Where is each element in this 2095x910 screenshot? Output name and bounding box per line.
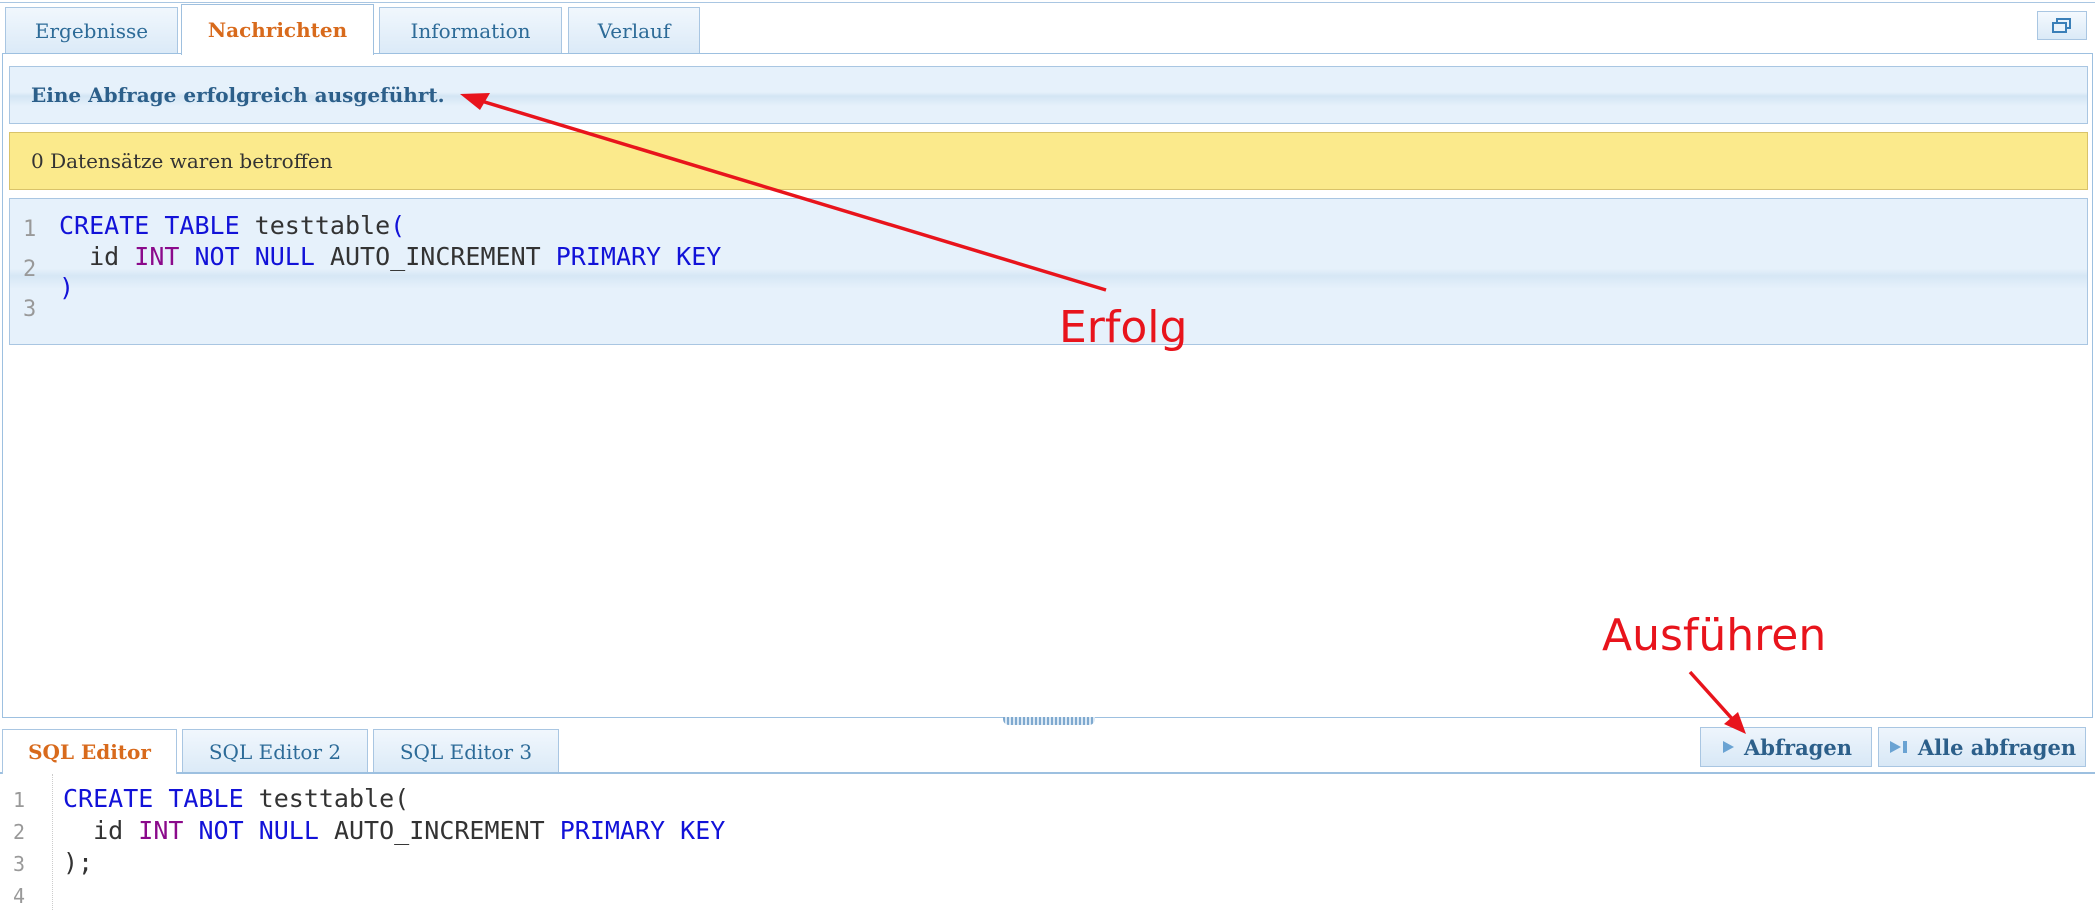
restore-window-icon (2052, 17, 2071, 33)
skip-forward-icon (1889, 741, 1907, 753)
play-icon (1723, 741, 1734, 753)
success-message: Eine Abfrage erfolgreich ausgeführt. (9, 66, 2088, 124)
tab-sql-editor-3[interactable]: SQL Editor 3 (373, 729, 559, 773)
top-divider (0, 2, 2095, 3)
tab-information[interactable]: Information (379, 7, 562, 53)
line-number: 1 (23, 217, 37, 242)
splitter-handle[interactable] (1003, 717, 1095, 725)
success-message-text: Eine Abfrage erfolgreich ausgeführt. (31, 83, 445, 107)
editor-gutter: 1 2 3 4 (0, 774, 52, 910)
restore-window-button[interactable] (2037, 11, 2087, 40)
run-query-button[interactable]: Abfragen (1700, 727, 1872, 767)
annotation-success-label: Erfolg (1059, 302, 1188, 353)
tab-sql-editor[interactable]: SQL Editor (2, 729, 177, 774)
gutter-divider (52, 774, 54, 910)
line-number: 2 (23, 257, 37, 282)
line-number: 3 (23, 297, 37, 322)
run-all-label: Alle abfragen (1917, 734, 2077, 760)
line-number: 1 (13, 788, 26, 812)
line-number: 3 (13, 852, 26, 876)
run-query-label: Abfragen (1744, 734, 1852, 760)
line-number: 4 (13, 884, 26, 908)
annotation-run-label: Ausführen (1602, 610, 1827, 661)
tab-verlauf[interactable]: Verlauf (568, 7, 700, 53)
line-number: 2 (13, 820, 26, 844)
tab-nachrichten[interactable]: Nachrichten (181, 4, 374, 55)
sql-editor-code[interactable]: CREATE TABLE testtable( id INT NOT NULL … (63, 783, 725, 879)
affected-rows-message: 0 Datensätze waren betroffen (9, 132, 2088, 190)
editor-divider (0, 772, 2095, 774)
executed-query-code: CREATE TABLE testtable( id INT NOT NULL … (59, 211, 722, 302)
affected-rows-text: 0 Datensätze waren betroffen (31, 149, 333, 173)
tab-sql-editor-2[interactable]: SQL Editor 2 (182, 729, 368, 773)
run-all-button[interactable]: Alle abfragen (1878, 727, 2086, 767)
executed-query-box: 1 2 3 CREATE TABLE testtable( id INT NOT… (9, 198, 2088, 345)
tab-ergebnisse[interactable]: Ergebnisse (5, 7, 178, 53)
